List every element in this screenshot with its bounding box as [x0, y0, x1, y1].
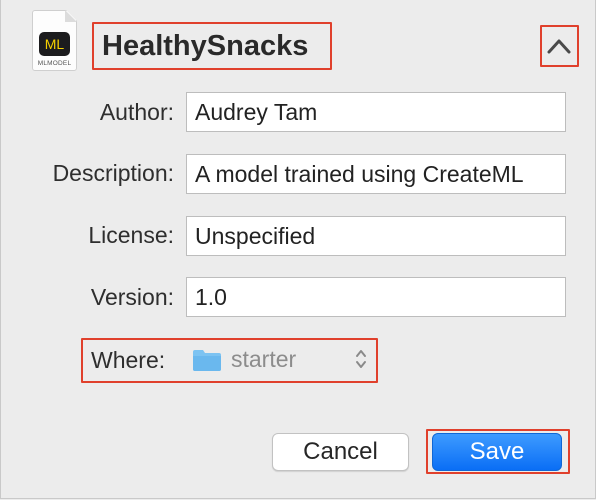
version-field[interactable]: 1.0	[186, 277, 566, 317]
where-highlight-box	[81, 338, 378, 383]
ml-badge: ML	[39, 32, 70, 56]
file-type-caption: MLMODEL	[37, 60, 72, 67]
save-model-sheet: ML MLMODEL HealthySnacks Author: Audrey …	[0, 0, 596, 499]
version-label: Version:	[90, 284, 174, 310]
collapse-highlight-box	[540, 25, 579, 67]
author-label: Author:	[99, 99, 174, 125]
license-label: License:	[88, 222, 174, 248]
mlmodel-file-icon: ML MLMODEL	[32, 10, 77, 71]
cancel-button[interactable]: Cancel	[272, 433, 409, 471]
author-field[interactable]: Audrey Tam	[186, 92, 566, 132]
title-highlight-box	[92, 22, 332, 70]
description-field[interactable]: A model trained using CreateML	[186, 154, 566, 194]
description-label: Description:	[52, 160, 174, 186]
save-highlight-box	[426, 429, 570, 474]
license-field[interactable]: Unspecified	[186, 216, 566, 256]
